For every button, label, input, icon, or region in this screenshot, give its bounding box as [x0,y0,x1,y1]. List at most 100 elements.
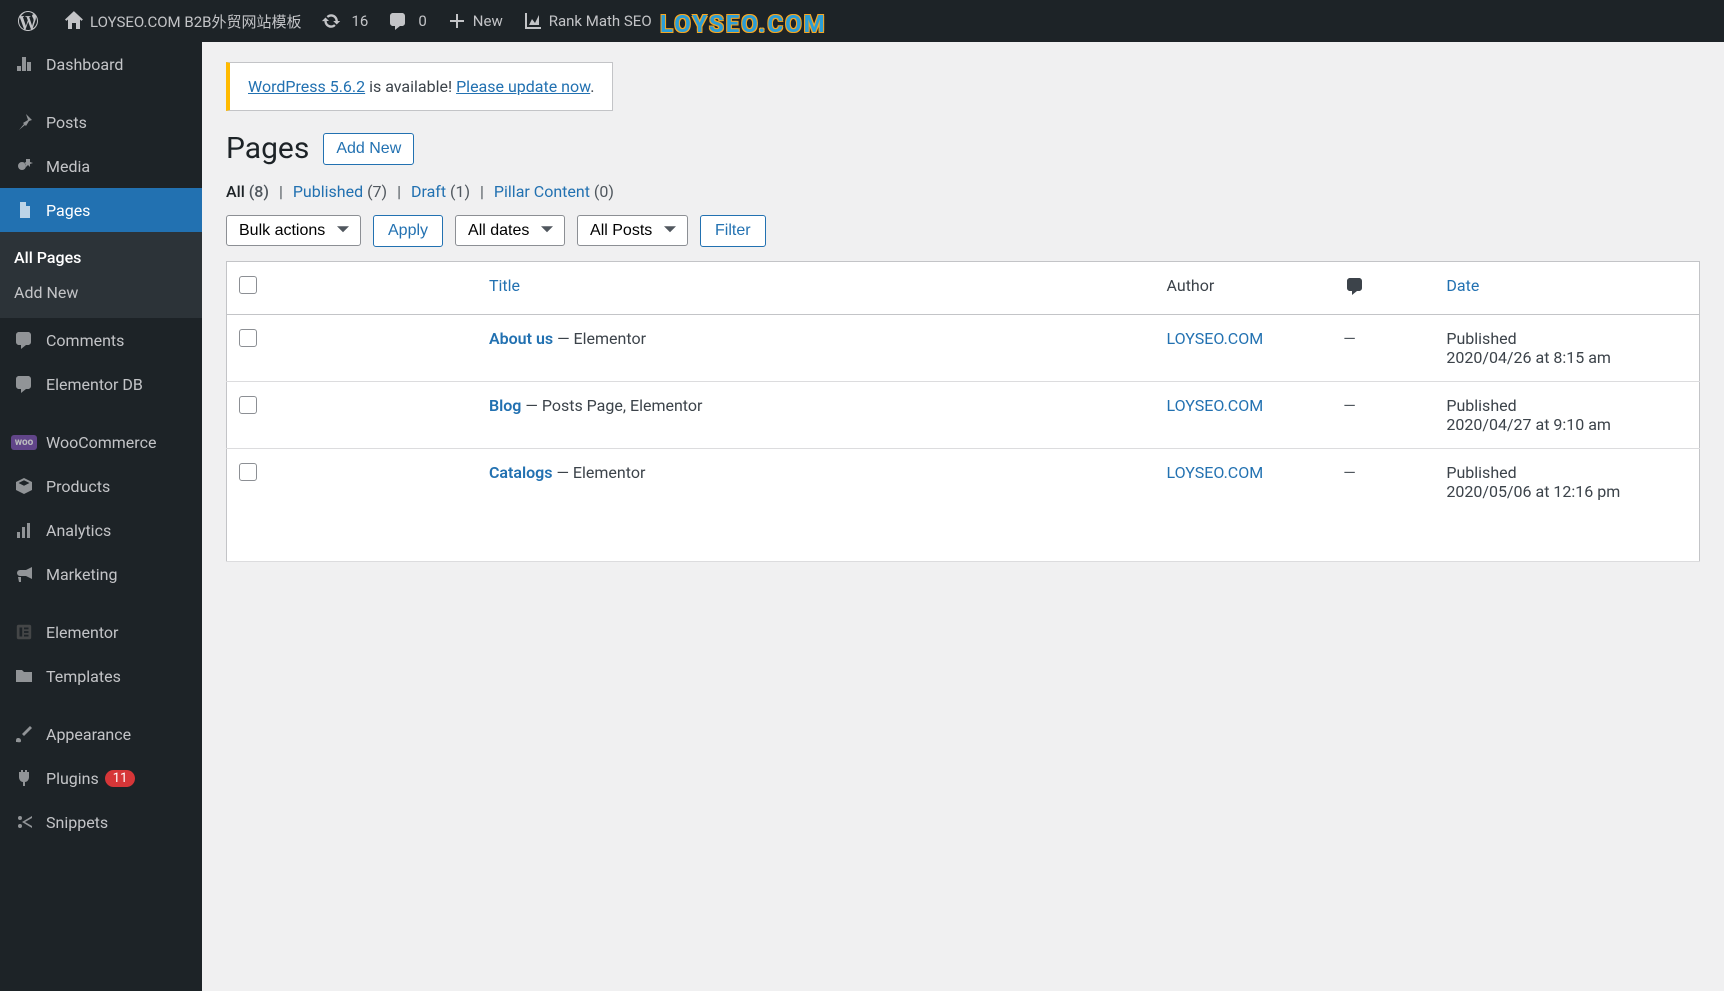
sidebar-label: Analytics [46,521,111,540]
column-comments[interactable] [1331,262,1434,315]
post-state: — Elementor [553,463,646,482]
sidebar-item-products[interactable]: Products [0,464,202,508]
post-state: — Posts Page, Elementor [521,396,702,415]
chart-icon [523,11,543,31]
comment-icon [12,328,36,352]
page-title-link[interactable]: Blog [489,396,521,415]
date-text: 2020/04/26 at 8:15 am [1446,348,1611,367]
comments-count: 0 [418,12,426,30]
author-link[interactable]: LOYSEO.COM [1167,329,1264,348]
admin-bar: LOYSEO.COM B2B外贸网站模板 16 0 New Rank Math … [0,0,1724,42]
updates[interactable]: 16 [311,0,378,42]
sidebar-item-media[interactable]: Media [0,144,202,188]
sidebar-item-elementor-db[interactable]: Elementor DB [0,362,202,406]
column-author: Author [1155,262,1332,315]
submenu-add-new[interactable]: Add New [0,275,202,310]
sidebar-item-plugins[interactable]: Plugins 11 [0,756,202,800]
posts-filter-select[interactable]: All Posts [577,215,688,246]
updates-count: 16 [351,12,368,30]
megaphone-icon [12,562,36,586]
sidebar-label: Elementor [46,623,118,642]
sidebar-label: Pages [46,201,90,220]
row-checkbox[interactable] [239,396,257,414]
scissors-icon [12,810,36,834]
filter-all[interactable]: All (8) [226,182,269,201]
dashboard-icon [12,52,36,76]
update-icon [321,11,341,31]
comments-value: — [1343,329,1356,348]
sidebar-item-posts[interactable]: Posts [0,100,202,144]
wp-version-link[interactable]: WordPress 5.6.2 [248,77,365,96]
sidebar-item-pages[interactable]: Pages [0,188,202,232]
date-text: 2020/05/06 at 12:16 pm [1446,482,1620,501]
site-title-text: LOYSEO.COM B2B外贸网站模板 [90,11,301,32]
sidebar-item-comments[interactable]: Comments [0,318,202,362]
rank-math[interactable]: Rank Math SEO [513,0,662,42]
new-content[interactable]: New [437,0,513,42]
folder-icon [12,664,36,688]
sidebar-item-snippets[interactable]: Snippets [0,800,202,844]
filter-published[interactable]: Published (7) [293,182,387,201]
sidebar-label: Posts [46,113,87,132]
column-date[interactable]: Date [1446,276,1479,295]
sidebar-label: Plugins [46,769,99,788]
update-notice: WordPress 5.6.2 is available! Please upd… [226,62,613,111]
site-name[interactable]: LOYSEO.COM B2B外贸网站模板 [54,0,311,42]
sidebar-item-appearance[interactable]: Appearance [0,712,202,756]
status-text: Published [1446,329,1516,348]
update-now-link[interactable]: Please update now [456,77,590,96]
filter-button[interactable]: Filter [700,215,766,247]
date-text: 2020/04/27 at 9:10 am [1446,415,1611,434]
author-link[interactable]: LOYSEO.COM [1167,396,1264,415]
pages-submenu: All Pages Add New [0,232,202,318]
table-row: About us — Elementor LOYSEO.COM — Publis… [227,315,1700,382]
sidebar-item-elementor[interactable]: Elementor [0,610,202,654]
sidebar-label: Media [46,157,90,176]
select-all-checkbox[interactable] [239,276,257,294]
table-row: Blog — Posts Page, Elementor LOYSEO.COM … [227,382,1700,449]
sidebar-item-analytics[interactable]: Analytics [0,508,202,552]
sidebar-item-woocommerce[interactable]: woo WooCommerce [0,420,202,464]
plus-icon [447,11,467,31]
page-title-link[interactable]: About us [489,329,553,348]
heading-row: Pages Add New [226,131,1700,166]
add-new-button[interactable]: Add New [323,133,414,165]
brush-icon [12,722,36,746]
comment-icon [12,372,36,396]
elementor-icon [12,620,36,644]
date-filter-select[interactable]: All dates [455,215,565,246]
analytics-icon [12,518,36,542]
new-label: New [473,12,503,30]
plugin-icon [12,766,36,790]
page-title-link[interactable]: Catalogs [489,463,553,482]
admin-sidebar: Dashboard Posts Media Pages All Pages Ad… [0,42,202,991]
sidebar-label: Elementor DB [46,375,143,394]
rank-math-label: Rank Math SEO [549,12,652,30]
row-checkbox[interactable] [239,329,257,347]
notice-period: . [590,77,594,96]
sidebar-item-dashboard[interactable]: Dashboard [0,42,202,86]
apply-button[interactable]: Apply [373,215,443,247]
comment-icon [388,11,408,31]
author-link[interactable]: LOYSEO.COM [1167,463,1264,482]
pages-table: Title Author Date About us — Elementor L… [226,261,1700,562]
wp-logo[interactable] [8,0,54,42]
submenu-all-pages[interactable]: All Pages [0,240,202,275]
column-title[interactable]: Title [489,276,520,295]
bulk-actions-select[interactable]: Bulk actions [226,215,361,246]
comments-value: — [1343,396,1356,415]
sidebar-label: Appearance [46,725,131,744]
filter-pillar[interactable]: Pillar Content (0) [494,182,614,201]
row-checkbox[interactable] [239,463,257,481]
table-row: Catalogs — Elementor LOYSEO.COM — Publis… [227,449,1700,562]
notice-text: is available! [365,77,456,96]
post-state: — Elementor [553,329,646,348]
sidebar-item-templates[interactable]: Templates [0,654,202,698]
sidebar-label: Templates [46,667,121,686]
comments[interactable]: 0 [378,0,436,42]
sidebar-label: WooCommerce [46,433,156,452]
page-title: Pages [226,131,309,166]
filter-draft[interactable]: Draft (1) [411,182,470,201]
sidebar-label: Snippets [46,813,108,832]
sidebar-item-marketing[interactable]: Marketing [0,552,202,596]
